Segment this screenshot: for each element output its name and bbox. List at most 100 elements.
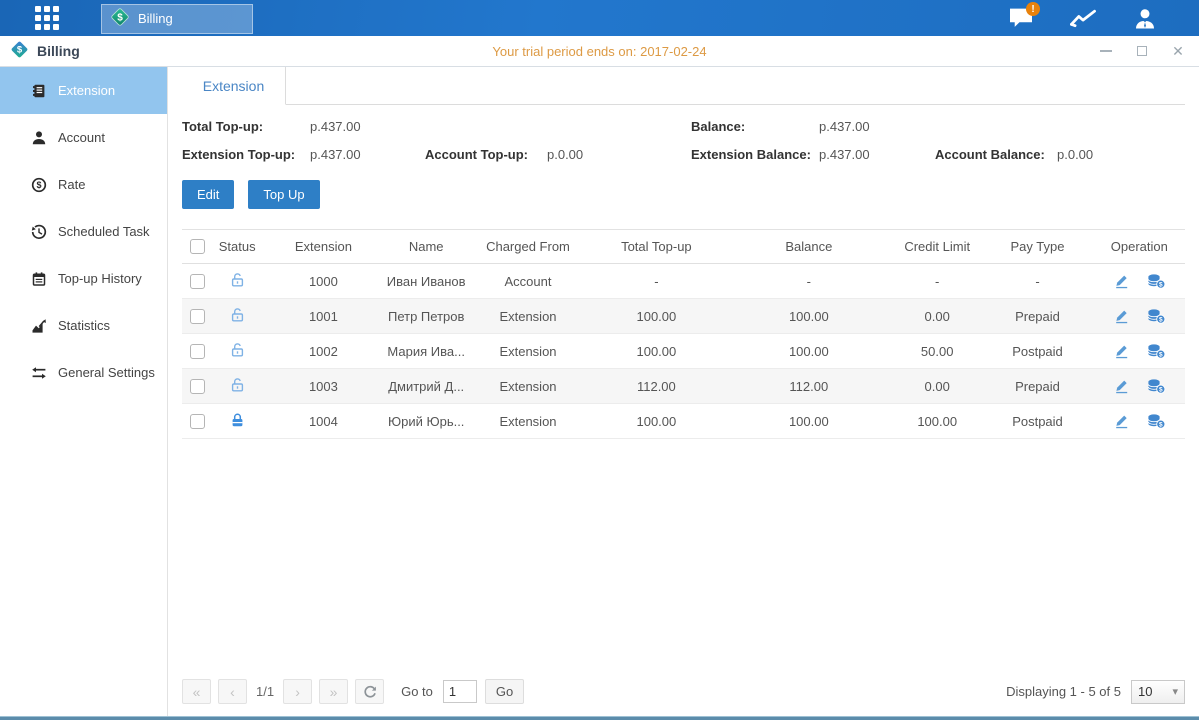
close-button[interactable]: ✕ [1171, 44, 1185, 58]
sidebar-item-label: Top-up History [58, 271, 142, 286]
table-row: 1002 Мария Ива... Extension 100.00 100.0… [182, 334, 1185, 369]
messages-icon[interactable]: ! [1007, 5, 1035, 31]
edit-row-icon[interactable] [1113, 413, 1130, 429]
cell-extension: 1000 [262, 264, 384, 299]
cell-total-topup: 100.00 [588, 404, 724, 439]
cell-credit-limit: - [893, 264, 981, 299]
cell-extension: 1004 [262, 404, 384, 439]
cell-balance: 100.00 [725, 299, 894, 334]
refresh-icon [363, 685, 377, 699]
svg-text:$: $ [1159, 317, 1163, 324]
top-up-row-icon[interactable]: $ [1147, 343, 1166, 359]
row-checkbox[interactable] [190, 344, 205, 359]
edit-row-icon[interactable] [1113, 308, 1130, 324]
extension-icon [31, 83, 47, 99]
main-content: Extension Total Top-up: p.437.00 Balance… [168, 67, 1199, 716]
statistics-chart-icon[interactable] [1069, 5, 1097, 31]
cell-extension: 1001 [262, 299, 384, 334]
cell-pay-type: Prepaid [981, 299, 1093, 334]
extension-balance-value: p.437.00 [819, 147, 935, 162]
goto-page-input[interactable] [443, 680, 477, 703]
row-checkbox[interactable] [190, 309, 205, 324]
col-status: Status [212, 230, 262, 264]
edit-row-icon[interactable] [1113, 378, 1130, 394]
cell-charged-from: Extension [468, 369, 588, 404]
first-page-button[interactable]: « [182, 679, 211, 704]
top-up-button[interactable]: Top Up [248, 180, 319, 209]
sidebar-item-label: Scheduled Task [58, 224, 150, 239]
cell-name: Мария Ива... [385, 334, 468, 369]
minimize-button[interactable] [1099, 44, 1113, 58]
lock-open-icon [230, 272, 245, 288]
cell-balance: 112.00 [725, 369, 894, 404]
col-operation: Operation [1094, 230, 1185, 264]
tab-extension[interactable]: Extension [182, 67, 286, 105]
notification-badge: ! [1026, 2, 1040, 16]
maximize-button[interactable] [1135, 44, 1149, 58]
apps-grid-icon[interactable] [35, 6, 59, 30]
sidebar-item-account[interactable]: Account [0, 114, 167, 161]
taskbar-tab-label: Billing [138, 11, 173, 26]
balance-value: p.437.00 [819, 119, 935, 134]
displaying-text: Displaying 1 - 5 of 5 [1006, 684, 1121, 699]
sidebar-item-statistics[interactable]: Statistics [0, 302, 167, 349]
top-up-row-icon[interactable]: $ [1147, 308, 1166, 324]
sidebar-item-label: Statistics [58, 318, 110, 333]
sidebar-item-label: General Settings [58, 365, 155, 380]
row-checkbox[interactable] [190, 414, 205, 429]
top-up-row-icon[interactable]: $ [1147, 413, 1166, 429]
sidebar-item-rate[interactable]: $ Rate [0, 161, 167, 208]
cell-total-topup: 112.00 [588, 369, 724, 404]
account-topup-value: p.0.00 [547, 147, 691, 162]
edit-button[interactable]: Edit [182, 180, 234, 209]
edit-row-icon[interactable] [1113, 273, 1130, 289]
lock-closed-icon [230, 412, 245, 428]
table-row: 1003 Дмитрий Д... Extension 112.00 112.0… [182, 369, 1185, 404]
top-up-row-icon[interactable]: $ [1147, 378, 1166, 394]
edit-row-icon[interactable] [1113, 343, 1130, 359]
top-up-row-icon[interactable]: $ [1147, 273, 1166, 289]
general-settings-icon [31, 365, 47, 381]
cell-extension: 1002 [262, 334, 384, 369]
select-all-checkbox[interactable] [190, 239, 205, 254]
user-account-icon[interactable] [1131, 5, 1159, 31]
cell-name: Юрий Юрь... [385, 404, 468, 439]
page-indicator: 1/1 [256, 684, 274, 699]
chevron-down-icon: ▾ [1172, 685, 1178, 698]
row-checkbox[interactable] [190, 274, 205, 289]
table-row: 1000 Иван Иванов Account - - - - $ [182, 264, 1185, 299]
table-header-row: Status Extension Name Charged From Total… [182, 230, 1185, 264]
taskbar: $ Billing ! [0, 0, 1199, 36]
scheduled-task-icon [31, 224, 47, 240]
total-topup-value: p.437.00 [310, 119, 425, 134]
row-checkbox[interactable] [190, 379, 205, 394]
cell-name: Иван Иванов [385, 264, 468, 299]
page-size-select[interactable]: 10 ▾ [1131, 680, 1185, 704]
sidebar-item-scheduled-task[interactable]: Scheduled Task [0, 208, 167, 255]
sidebar-item-topup-history[interactable]: Top-up History [0, 255, 167, 302]
cell-charged-from: Extension [468, 334, 588, 369]
table-row: 1004 Юрий Юрь... Extension 100.00 100.00… [182, 404, 1185, 439]
col-total-topup: Total Top-up [588, 230, 724, 264]
svg-text:$: $ [1159, 387, 1163, 394]
cell-name: Дмитрий Д... [385, 369, 468, 404]
svg-text:$: $ [17, 45, 23, 56]
cell-balance: 100.00 [725, 404, 894, 439]
extension-balance-label: Extension Balance: [691, 147, 819, 162]
cell-credit-limit: 0.00 [893, 369, 981, 404]
sidebar-item-general-settings[interactable]: General Settings [0, 349, 167, 396]
sidebar-item-extension[interactable]: Extension [0, 67, 167, 114]
lock-open-icon [230, 342, 245, 358]
balance-summary: Total Top-up: p.437.00 Balance: p.437.00… [182, 119, 1185, 162]
lock-open-icon [230, 307, 245, 323]
taskbar-tab-billing[interactable]: $ Billing [101, 4, 253, 34]
go-button[interactable]: Go [485, 679, 524, 704]
next-page-button[interactable]: › [283, 679, 312, 704]
svg-text:$: $ [1159, 352, 1163, 359]
prev-page-button[interactable]: ‹ [218, 679, 247, 704]
cell-pay-type: Prepaid [981, 369, 1093, 404]
cell-credit-limit: 0.00 [893, 299, 981, 334]
refresh-button[interactable] [355, 679, 384, 704]
last-page-button[interactable]: » [319, 679, 348, 704]
total-topup-label: Total Top-up: [182, 119, 310, 134]
